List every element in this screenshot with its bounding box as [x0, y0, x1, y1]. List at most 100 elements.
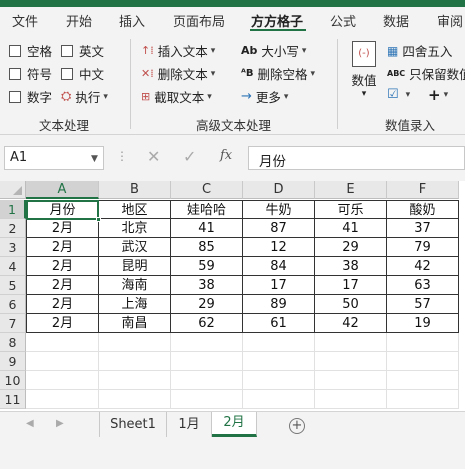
table-cell[interactable]: 2月: [26, 219, 99, 238]
table-cell[interactable]: 17: [243, 276, 315, 295]
table-cell[interactable]: 南昌: [99, 314, 171, 333]
sheet-tab-feb[interactable]: 2月: [212, 412, 257, 437]
table-cell[interactable]: 84: [243, 257, 315, 276]
table-cell[interactable]: [26, 352, 99, 371]
table-cell[interactable]: 2月: [26, 238, 99, 257]
insert-text-button[interactable]: ↑⁞ 插入文本 ▾: [141, 41, 215, 60]
table-cell[interactable]: 41: [315, 219, 387, 238]
checkbox-space[interactable]: 空格: [9, 41, 52, 60]
row-header-6[interactable]: 6: [0, 295, 26, 314]
row-header-4[interactable]: 4: [0, 257, 26, 276]
table-cell[interactable]: [26, 333, 99, 352]
table-header-cell[interactable]: 可乐: [315, 200, 387, 219]
table-cell[interactable]: 89: [243, 295, 315, 314]
column-header-c[interactable]: C: [171, 181, 243, 199]
table-cell[interactable]: 59: [171, 257, 243, 276]
table-cell[interactable]: 62: [171, 314, 243, 333]
table-cell[interactable]: 38: [315, 257, 387, 276]
value-button[interactable]: (-) 数值 ▾: [348, 39, 380, 109]
table-cell[interactable]: [387, 352, 459, 371]
table-cell[interactable]: 2月: [26, 314, 99, 333]
cancel-icon[interactable]: ✕: [147, 147, 160, 166]
scroll-right-icon[interactable]: ▶: [56, 418, 64, 429]
row-header-7[interactable]: 7: [0, 314, 26, 333]
worksheet-grid[interactable]: ABCDEF 1 2 3 4 5 6 7 8 9 10 11 月份 地区 娃哈哈 牛奶 可乐 酸奶 2月 北京 41…: [0, 181, 465, 411]
table-cell[interactable]: [315, 352, 387, 371]
formula-input[interactable]: 月份: [248, 146, 465, 170]
table-cell[interactable]: 2月: [26, 257, 99, 276]
table-cell[interactable]: 50: [315, 295, 387, 314]
table-cell[interactable]: 海南: [99, 276, 171, 295]
table-cell[interactable]: 17: [315, 276, 387, 295]
table-cell[interactable]: 北京: [99, 219, 171, 238]
delete-space-button[interactable]: ᴬB 删除空格 ▾: [241, 64, 315, 83]
table-cell[interactable]: 57: [387, 295, 459, 314]
table-cell[interactable]: 41: [171, 219, 243, 238]
table-cell[interactable]: [171, 371, 243, 390]
table-cell[interactable]: [99, 390, 171, 409]
table-cell[interactable]: [315, 390, 387, 409]
value-tools-button[interactable]: ☑ ▾: [387, 87, 410, 102]
table-header-cell[interactable]: 牛奶: [243, 200, 315, 219]
tab-review[interactable]: 审阅: [437, 11, 463, 30]
checkbox-chinese[interactable]: 中文: [61, 64, 104, 83]
table-cell[interactable]: 12: [243, 238, 315, 257]
table-cell[interactable]: [26, 371, 99, 390]
column-header-a[interactable]: A: [26, 181, 99, 199]
row-header-8[interactable]: 8: [0, 333, 26, 352]
table-cell[interactable]: [387, 390, 459, 409]
row-header-2[interactable]: 2: [0, 219, 26, 238]
fill-handle[interactable]: [96, 217, 101, 222]
table-cell[interactable]: [99, 352, 171, 371]
table-cell[interactable]: 61: [243, 314, 315, 333]
column-header-e[interactable]: E: [315, 181, 387, 199]
tab-insert[interactable]: 插入: [119, 11, 145, 30]
table-header-cell[interactable]: 地区: [99, 200, 171, 219]
checkbox-number[interactable]: 数字: [9, 87, 52, 106]
table-cell[interactable]: 上海: [99, 295, 171, 314]
table-cell[interactable]: [243, 390, 315, 409]
row-header-5[interactable]: 5: [0, 276, 26, 295]
column-header-d[interactable]: D: [243, 181, 315, 199]
table-cell[interactable]: 2月: [26, 276, 99, 295]
table-header-cell[interactable]: 娃哈哈: [171, 200, 243, 219]
table-cell[interactable]: 63: [387, 276, 459, 295]
table-cell[interactable]: [243, 371, 315, 390]
checkbox-symbol[interactable]: 符号: [9, 64, 52, 83]
table-cell[interactable]: 29: [315, 238, 387, 257]
table-cell[interactable]: 79: [387, 238, 459, 257]
case-button[interactable]: Ab 大小写 ▾: [241, 41, 306, 60]
table-cell[interactable]: 42: [315, 314, 387, 333]
keep-value-button[interactable]: ABC只保留数值: [387, 64, 465, 83]
table-cell[interactable]: 38: [171, 276, 243, 295]
table-cell[interactable]: 19: [387, 314, 459, 333]
table-cell[interactable]: 87: [243, 219, 315, 238]
add-button[interactable]: + ▾: [428, 86, 448, 104]
tab-page-layout[interactable]: 页面布局: [173, 11, 225, 30]
more-button[interactable]: → 更多 ▾: [241, 87, 288, 106]
table-cell[interactable]: [243, 333, 315, 352]
table-cell[interactable]: [26, 390, 99, 409]
row-header-11[interactable]: 11: [0, 390, 26, 409]
table-cell[interactable]: 37: [387, 219, 459, 238]
confirm-icon[interactable]: ✓: [183, 147, 196, 166]
table-cell[interactable]: [387, 371, 459, 390]
delete-text-button[interactable]: ✕⁞ 删除文本 ▾: [141, 64, 215, 83]
table-cell[interactable]: 武汉: [99, 238, 171, 257]
execute-button[interactable]: ⛭ 执行 ▾: [61, 87, 108, 106]
table-cell[interactable]: 85: [171, 238, 243, 257]
table-cell[interactable]: [243, 352, 315, 371]
tab-data[interactable]: 数据: [383, 11, 409, 30]
table-cell[interactable]: [171, 352, 243, 371]
table-header-cell[interactable]: 酸奶: [387, 200, 459, 219]
scroll-left-icon[interactable]: ◀: [26, 418, 34, 429]
round-button[interactable]: ▦ 四舍五入: [387, 41, 452, 60]
table-cell[interactable]: [387, 333, 459, 352]
table-cell[interactable]: [99, 371, 171, 390]
tab-home[interactable]: 开始: [66, 11, 92, 30]
table-cell[interactable]: [171, 333, 243, 352]
checkbox-english[interactable]: 英文: [61, 41, 104, 60]
table-cell[interactable]: 昆明: [99, 257, 171, 276]
column-header-f[interactable]: F: [387, 181, 459, 199]
tab-file[interactable]: 文件: [12, 11, 38, 30]
